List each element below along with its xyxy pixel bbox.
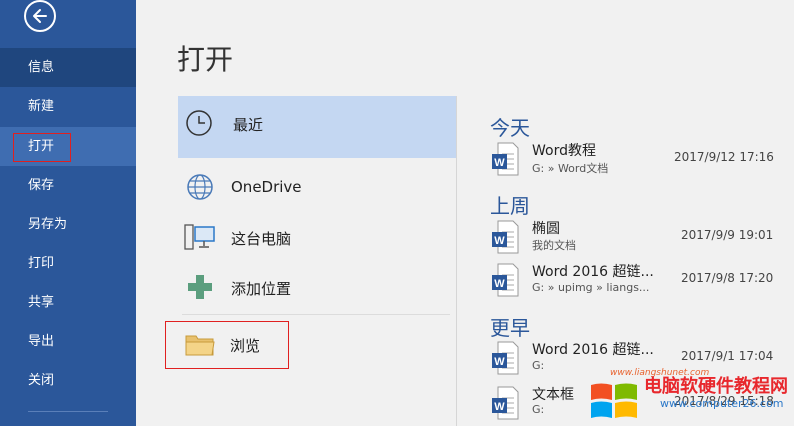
recent-file-path: G: [532,359,545,372]
svg-text:W: W [494,278,505,290]
recent-file-name: Word 2016 超链... [532,264,654,280]
svg-text:W: W [494,235,505,247]
clock-icon [186,110,212,136]
plus-icon [188,275,212,299]
sidebar-divider [28,411,108,412]
recent-file-name: 椭圆 [532,221,560,237]
group-heading-last-week: 上周 [490,194,530,218]
back-arrow-icon [33,9,47,23]
svg-text:W: W [494,356,505,368]
nav-item-label: 保存 [28,178,55,193]
recent-file-path: 我的文档 [532,239,576,252]
nav-item-label: 信息 [28,60,55,75]
location-add-place[interactable]: 添加位置 [178,262,456,312]
nav-item-export[interactable]: 导出 [0,322,136,361]
sidebar: 信息 新建 打开 保存 另存为 打印 共享 导出 关闭 [0,0,136,426]
word-doc-icon: W [492,220,519,254]
recent-file-name: Word教程 [532,143,596,159]
nav-item-label: 导出 [28,334,55,349]
nav-item-save[interactable]: 保存 [0,166,136,205]
group-heading-earlier: 更早 [490,316,530,340]
site-watermark: www.liangshunet.com 电脑软硬件教程网 www.compute… [586,368,794,426]
location-onedrive[interactable]: OneDrive [178,162,456,212]
location-this-pc[interactable]: 这台电脑 [178,212,456,262]
recent-file-date: 2017/9/8 17:20 [681,271,774,285]
location-label: 这台电脑 [231,230,292,248]
nav-item-label: 共享 [28,295,55,310]
nav-item-close[interactable]: 关闭 [0,361,136,400]
recent-file-date: 2017/9/1 17:04 [681,349,774,363]
nav-item-share[interactable]: 共享 [0,283,136,322]
watermark-brand: 电脑软硬件教程网 [644,376,788,397]
nav-item-print[interactable]: 打印 [0,244,136,283]
page-title: 打开 [177,43,234,76]
location-label: 添加位置 [231,280,292,298]
svg-text:W: W [494,401,505,413]
recent-file-path: G: » Word文档 [532,162,609,175]
nav-item-label: 另存为 [28,217,68,232]
word-doc-icon: W [492,386,519,420]
panel-separator [456,96,457,426]
location-label: OneDrive [231,178,302,196]
svg-text:W: W [494,157,505,169]
group-heading-today: 今天 [490,116,530,140]
word-doc-icon: W [492,142,519,176]
location-recent[interactable]: 最近 [178,96,456,158]
recent-file-name: 文本框 [532,387,574,403]
highlight-box-browse [165,321,289,369]
nav-item-label: 关闭 [28,373,55,388]
nav-item-info[interactable]: 信息 [0,48,136,87]
word-doc-icon: W [492,341,519,375]
recent-file-date: 2017/9/9 19:01 [681,228,774,242]
computer-icon [184,224,215,250]
recent-file-date: 2017/9/12 17:16 [674,150,774,164]
back-button[interactable] [24,0,56,32]
location-label: 最近 [233,116,264,134]
locations-divider [182,314,450,315]
windows-logo-icon [591,383,637,418]
nav-item-label: 新建 [28,99,55,114]
nav-item-open[interactable]: 打开 [0,127,136,166]
nav-item-new[interactable]: 新建 [0,87,136,126]
recent-file-path: G: » upimg » liangs... [532,281,650,294]
globe-icon [187,174,213,200]
recent-file-name: Word 2016 超链... [532,342,654,358]
recent-file-path: G: [532,403,545,416]
nav-item-label: 打开 [28,139,55,154]
nav-item-save-as[interactable]: 另存为 [0,205,136,244]
nav-item-label: 打印 [28,256,55,271]
word-doc-icon: W [492,263,519,297]
watermark-url: www.computer26.com [660,397,784,410]
